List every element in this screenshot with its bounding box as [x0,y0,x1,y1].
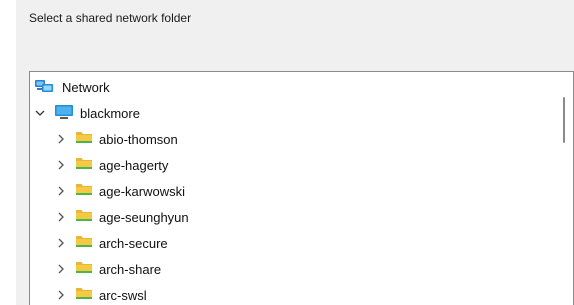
tree-item-label: age-hagerty [99,157,169,173]
chevron-right-icon[interactable] [55,211,67,223]
tree-item-folder[interactable]: arch-secure [55,230,168,256]
chevron-right-icon[interactable] [55,289,67,301]
folder-picker-dialog: Select a shared network folder Network b… [16,0,574,305]
chevron-down-icon[interactable] [34,107,46,119]
folder-icon [75,156,93,174]
tree-item-folder[interactable]: abio-thomson [55,126,178,152]
folder-icon [75,130,93,148]
folder-icon [75,260,93,278]
chevron-right-icon[interactable] [55,263,67,275]
tree-item-folder[interactable]: age-seunghyun [55,204,189,230]
tree-item-label: arch-secure [99,235,168,251]
scrollbar-thumb[interactable] [563,97,565,143]
tree-item-label: arc-swsl [99,287,147,303]
computer-icon [54,104,74,123]
tree-item-folder[interactable]: arch-share [55,256,161,282]
tree-item-label: age-karwowski [99,183,185,199]
tree-item-label: blackmore [80,105,140,121]
tree-item-label: age-seunghyun [99,209,189,225]
tree-item-folder[interactable]: age-hagerty [55,152,168,178]
tree-item-network[interactable]: Network [34,74,110,100]
tree-item-folder[interactable]: arc-swsl [55,282,147,305]
tree-item-label: Network [62,79,110,95]
dialog-prompt: Select a shared network folder [29,11,192,25]
folder-icon [75,286,93,304]
tree-item-folder[interactable]: age-karwowski [55,178,185,204]
folder-icon [75,182,93,200]
folder-tree[interactable]: Network blackmore abio-thomson age-hager… [29,71,574,305]
tree-item-label: abio-thomson [99,131,178,147]
folder-icon [75,208,93,226]
chevron-right-icon[interactable] [55,133,67,145]
tree-item-label: arch-share [99,261,162,277]
chevron-right-icon[interactable] [55,185,67,197]
vertical-scrollbar[interactable] [557,72,573,305]
chevron-right-icon[interactable] [55,159,67,171]
folder-icon [75,234,93,252]
network-icon [34,78,56,97]
tree-item-blackmore[interactable]: blackmore [34,100,140,126]
chevron-right-icon[interactable] [55,237,67,249]
